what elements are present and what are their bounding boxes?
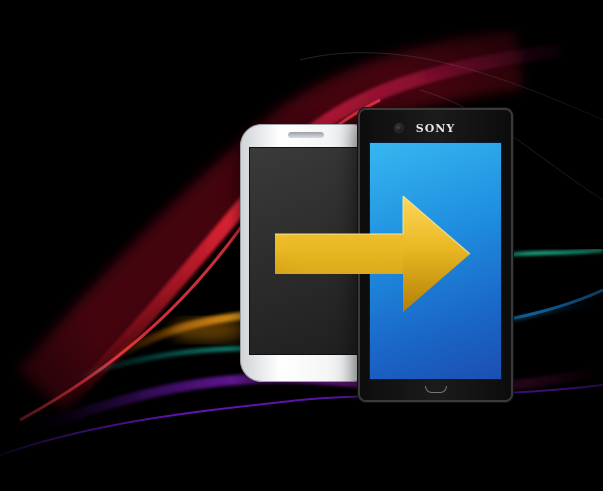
brand-logo: SONY — [415, 122, 456, 135]
transfer-arrow-icon — [275, 196, 471, 312]
xperia-transfer-artwork: SONY — [0, 0, 603, 491]
front-camera — [395, 124, 403, 132]
home-key — [425, 386, 447, 393]
earpiece-speaker — [288, 132, 324, 138]
